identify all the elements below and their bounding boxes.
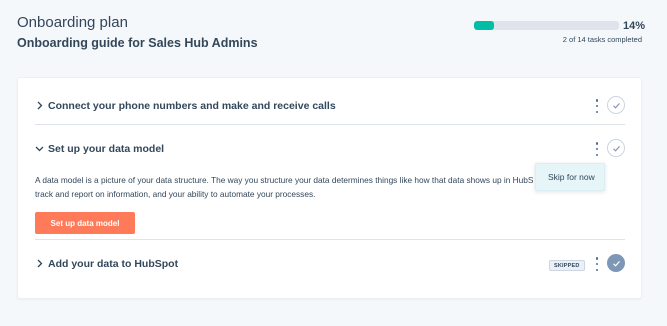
task-item-connect-phone: Connect your phone numbers and make and … xyxy=(35,93,625,121)
chevron-down-icon[interactable] xyxy=(35,144,44,153)
task-header[interactable]: Add your data to HubSpot SKIPPED xyxy=(35,251,625,279)
more-options-icon[interactable] xyxy=(594,257,600,271)
check-icon[interactable] xyxy=(607,139,625,157)
task-header[interactable]: Connect your phone numbers and make and … xyxy=(35,93,625,121)
chevron-right-icon[interactable] xyxy=(35,259,44,268)
page-header: Onboarding plan Onboarding guide for Sal… xyxy=(17,0,650,70)
skip-for-now-menu-item[interactable]: Skip for now xyxy=(548,172,595,182)
progress-bar xyxy=(474,21,619,30)
task-title[interactable]: Set up your data model xyxy=(48,143,164,155)
check-icon[interactable] xyxy=(607,254,625,272)
task-item-add-data: Add your data to HubSpot SKIPPED xyxy=(35,251,625,279)
progress-percent: 14% xyxy=(623,20,646,32)
task-description: A data model is a picture of your data s… xyxy=(35,175,534,199)
set-up-data-model-button[interactable]: Set up data model xyxy=(35,212,135,234)
divider xyxy=(35,239,625,240)
chevron-right-icon[interactable] xyxy=(35,101,44,110)
check-icon[interactable] xyxy=(607,96,625,114)
progress-bar-fill xyxy=(474,21,495,30)
task-title[interactable]: Add your data to HubSpot xyxy=(48,258,178,270)
page-title: Onboarding plan xyxy=(17,14,128,31)
task-title[interactable]: Connect your phone numbers and make and … xyxy=(48,100,336,112)
task-item-data-model: Set up your data model A data model is a… xyxy=(35,136,625,234)
skipped-badge: SKIPPED xyxy=(549,260,585,271)
more-options-icon[interactable] xyxy=(594,99,600,113)
task-options-menu: Skip for now xyxy=(535,163,605,191)
divider xyxy=(35,124,625,125)
page-subtitle: Onboarding guide for Sales Hub Admins xyxy=(17,36,258,50)
progress-caption: 2 of 14 tasks completed xyxy=(562,35,642,44)
task-header[interactable]: Set up your data model xyxy=(35,136,625,164)
more-options-icon[interactable] xyxy=(594,142,600,156)
